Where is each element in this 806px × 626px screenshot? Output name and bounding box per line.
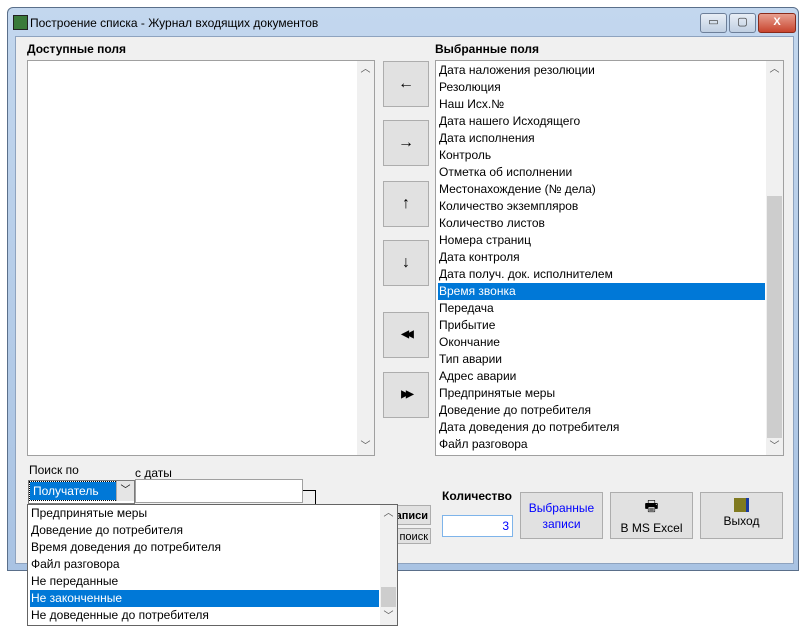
- selected-field-item[interactable]: Наш Исх.№: [438, 96, 765, 113]
- selected-field-item[interactable]: Дата исполнения: [438, 130, 765, 147]
- search-field-value: Получатель: [29, 481, 118, 501]
- move-all-right-button[interactable]: ▶▶: [383, 372, 429, 418]
- exit-label: Выход: [723, 514, 760, 528]
- selected-field-item[interactable]: Дата контроля: [438, 249, 765, 266]
- selected-field-item[interactable]: Количество экземпляров: [438, 198, 765, 215]
- move-all-left-button[interactable]: ◀◀: [383, 312, 429, 358]
- scrollbar-thumb[interactable]: [767, 196, 782, 438]
- chevron-down-icon[interactable]: ﹀: [116, 481, 134, 501]
- selected-field-item[interactable]: Доведение до потребителя: [438, 402, 765, 419]
- scrollbar-thumb[interactable]: [381, 587, 396, 607]
- maximize-button[interactable]: ▢: [729, 13, 756, 33]
- selected-fields-label: Выбранные поля: [435, 42, 539, 56]
- selected-field-item[interactable]: Дата доведения до потребителя: [438, 419, 765, 436]
- move-up-button[interactable]: ↑: [383, 181, 429, 227]
- exit-door-icon: [734, 498, 749, 512]
- exit-button[interactable]: Выход: [700, 492, 783, 539]
- selected-records-button[interactable]: Выбранные записи: [520, 492, 603, 539]
- dropdown-option[interactable]: Не законченные: [30, 590, 379, 607]
- scroll-down-icon[interactable]: ﹀: [380, 608, 397, 625]
- selected-field-item[interactable]: Дата нашего Исходящего: [438, 113, 765, 130]
- search-by-label: Поиск по: [29, 463, 79, 477]
- selected-field-item[interactable]: Прибытие: [438, 317, 765, 334]
- date-from-input[interactable]: [135, 479, 303, 503]
- count-field: 3: [442, 515, 513, 537]
- move-left-button[interactable]: ←: [383, 61, 429, 107]
- close-button[interactable]: X: [758, 13, 796, 33]
- selected-field-item[interactable]: Передача: [438, 300, 765, 317]
- scroll-up-icon[interactable]: ︿: [357, 61, 374, 78]
- move-right-button[interactable]: →: [383, 120, 429, 166]
- minimize-button[interactable]: ▭: [700, 13, 727, 33]
- selected-scrollbar[interactable]: ︿ ﹀: [766, 61, 783, 455]
- export-excel-button[interactable]: 🖶 В MS Excel: [610, 492, 693, 539]
- selected-field-item[interactable]: Резолюция: [438, 79, 765, 96]
- selected-field-item[interactable]: Тип аварии: [438, 351, 765, 368]
- selected-field-item[interactable]: Количество листов: [438, 215, 765, 232]
- dropdown-scrollbar[interactable]: ︿ ﹀: [380, 505, 397, 625]
- selected-field-item[interactable]: Номера страниц: [438, 232, 765, 249]
- selected-field-item[interactable]: Окончание: [438, 334, 765, 351]
- dropdown-option[interactable]: Предпринятые меры: [30, 505, 379, 522]
- selected-field-item[interactable]: Контроль: [438, 147, 765, 164]
- dropdown-option[interactable]: Не переданные: [30, 573, 379, 590]
- selected-field-item[interactable]: Время звонка: [438, 283, 765, 300]
- dropdown-option[interactable]: Время доведения до потребителя: [30, 539, 379, 556]
- window-title: Построение списка - Журнал входящих доку…: [30, 16, 319, 30]
- scroll-up-icon[interactable]: ︿: [766, 61, 783, 78]
- selected-field-item[interactable]: Дата получ. док. исполнителем: [438, 266, 765, 283]
- count-label: Количество: [442, 489, 512, 503]
- dropdown-option[interactable]: Доведение до потребителя: [30, 522, 379, 539]
- selected-field-item[interactable]: Местонахождение (№ дела): [438, 181, 765, 198]
- selected-field-item[interactable]: Файл разговора: [438, 436, 765, 453]
- app-icon: [13, 15, 28, 30]
- search-field-dropdown[interactable]: ︿ ﹀ Предпринятые меры Доведение до потреб…: [27, 504, 398, 626]
- available-scrollbar[interactable]: ︿ ﹀: [357, 61, 374, 455]
- selected-field-item[interactable]: Предпринятые меры: [438, 385, 765, 402]
- available-fields-label: Доступные поля: [27, 42, 127, 56]
- selected-field-item[interactable]: Адрес аварии: [438, 368, 765, 385]
- scroll-down-icon[interactable]: ﹀: [357, 438, 374, 455]
- move-down-button[interactable]: ↓: [383, 240, 429, 286]
- search-field-combo[interactable]: Получатель ﹀: [28, 480, 135, 504]
- printer-icon: 🖶: [644, 498, 659, 515]
- scroll-up-icon[interactable]: ︿: [380, 505, 397, 522]
- selected-field-item[interactable]: Дата наложения резолюции: [438, 62, 765, 79]
- date-from-label: с даты: [135, 466, 172, 480]
- dropdown-option[interactable]: Файл разговора: [30, 556, 379, 573]
- export-excel-label: В MS Excel: [620, 521, 683, 535]
- selected-fields-list[interactable]: ︿ ﹀ Дата наложения резолюции Резолюция Наш…: [435, 60, 784, 456]
- dropdown-option[interactable]: Не доведенные до потребителя: [30, 607, 379, 624]
- scroll-down-icon[interactable]: ﹀: [766, 438, 783, 455]
- available-fields-list[interactable]: ︿ ﹀: [27, 60, 375, 456]
- selected-field-item[interactable]: Отметка об исполнении: [438, 164, 765, 181]
